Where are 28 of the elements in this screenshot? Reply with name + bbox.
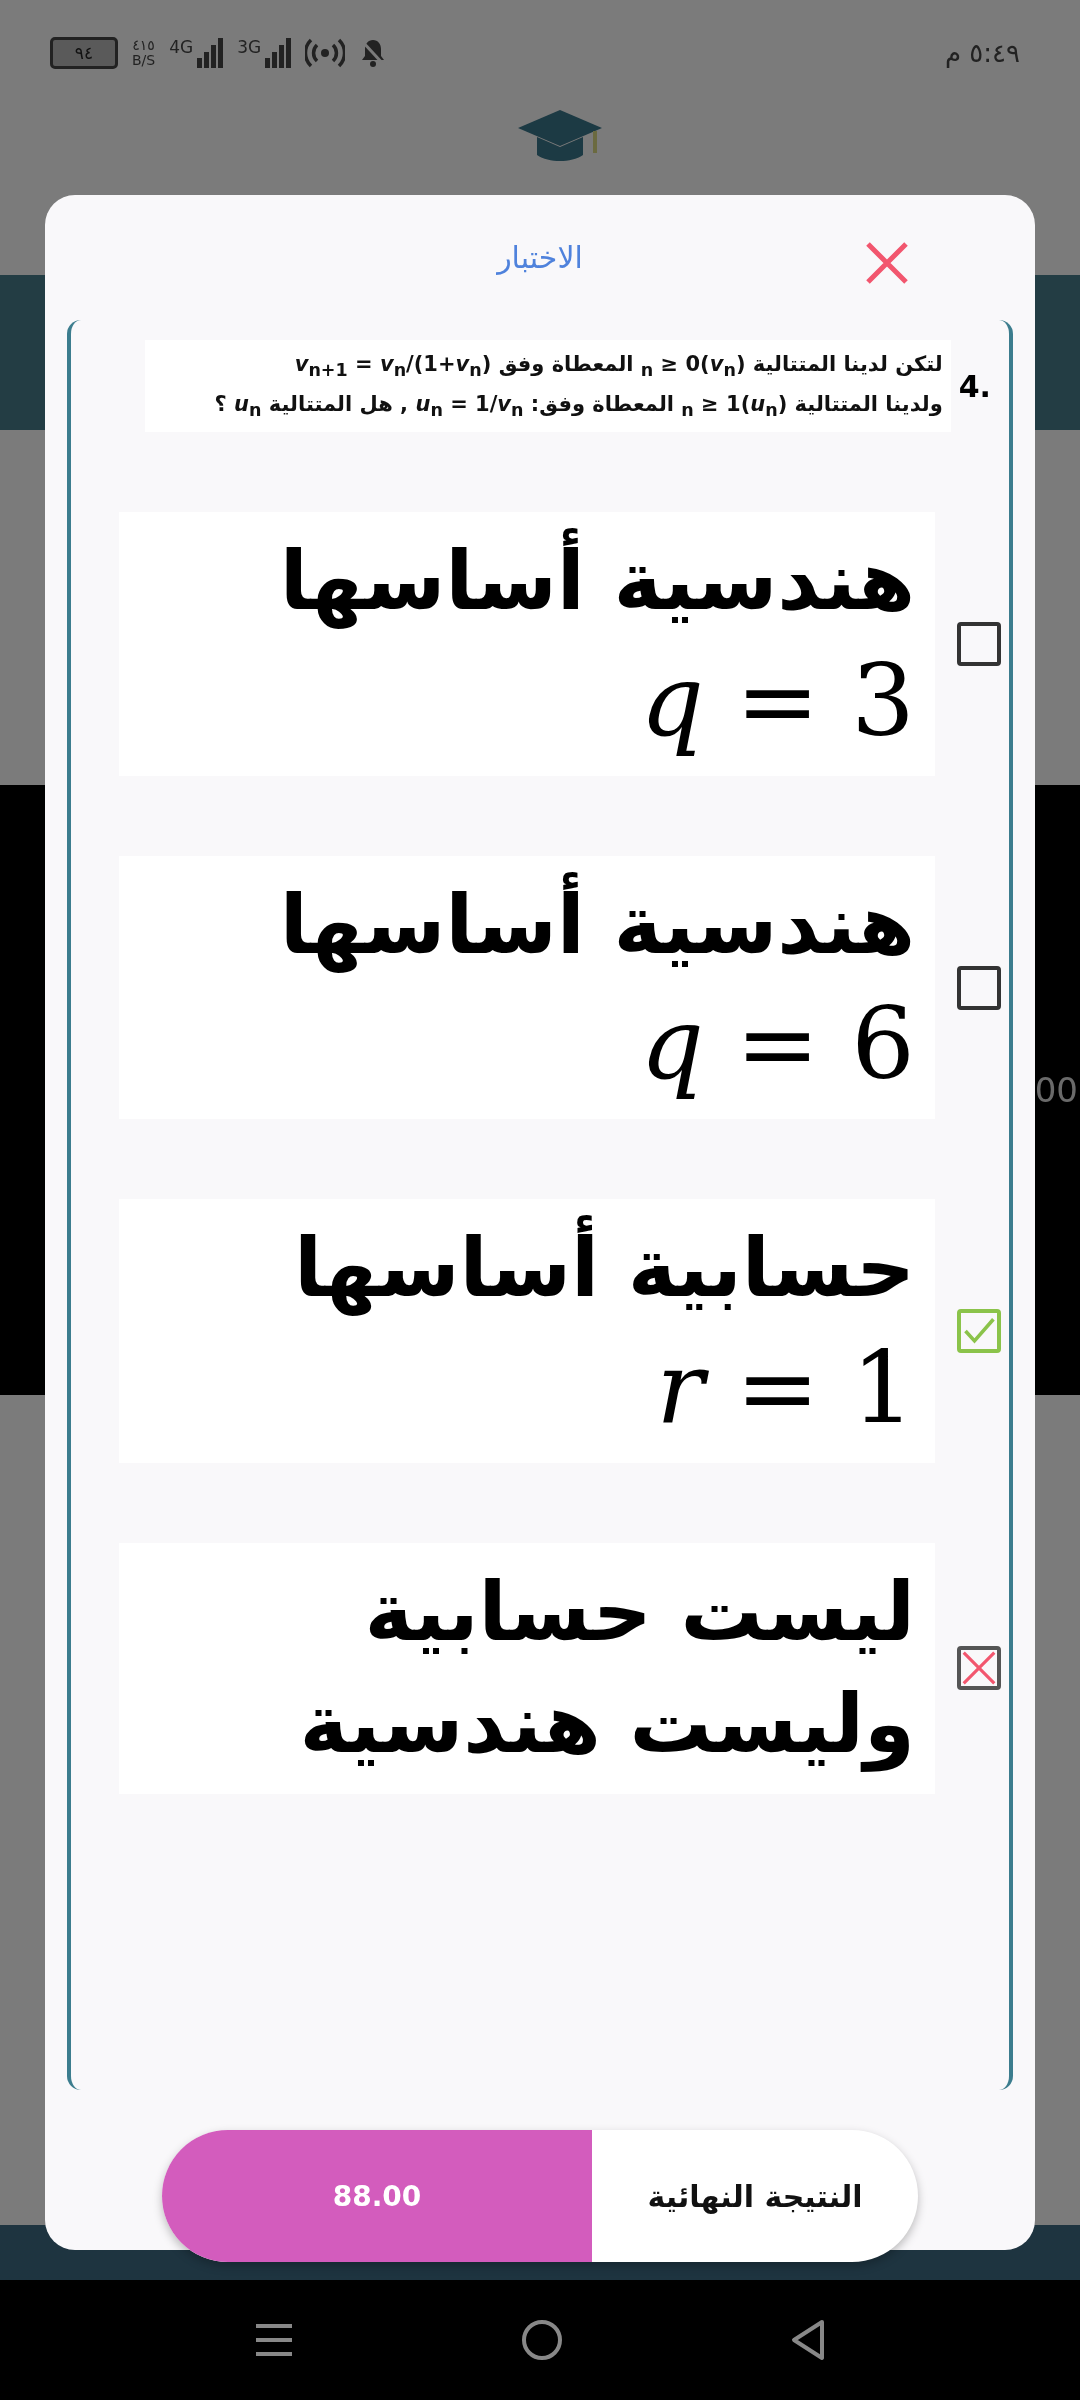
- signal-icon: [197, 37, 224, 68]
- network-type: 4G: [169, 36, 194, 57]
- answer-formula: q = 3: [640, 642, 915, 758]
- answer-checkbox[interactable]: [957, 1309, 1001, 1354]
- signal-icon: [265, 37, 292, 68]
- clock: ٥:٤٩ م: [944, 37, 1020, 68]
- result-label: النتيجة النهائية: [646, 2177, 864, 2216]
- battery-icon: ٩٤: [50, 36, 118, 69]
- answer-checkbox[interactable]: [957, 1646, 1001, 1691]
- answer-text: هندسية أساسها: [279, 530, 915, 633]
- question-number: 4.: [958, 368, 991, 404]
- answer-text: حسابية أساسها: [294, 1217, 915, 1320]
- answer-checkbox[interactable]: [957, 965, 1001, 1010]
- dialog-title: الاختبار: [497, 240, 583, 275]
- answer-option[interactable]: ليست حسابية وليست هندسية: [119, 1542, 935, 1794]
- background-text: 00: [1034, 1070, 1078, 1110]
- answer-text: ليست حسابية: [364, 1562, 915, 1661]
- score-value: 88.00: [162, 2130, 592, 2262]
- close-icon[interactable]: [864, 240, 910, 286]
- back-icon[interactable]: [790, 2318, 827, 2362]
- answer-text: وليست هندسية: [299, 1675, 915, 1774]
- network-type: 3G: [237, 36, 262, 57]
- hotspot-icon: [305, 37, 346, 68]
- answer-checkbox[interactable]: [957, 622, 1001, 667]
- answer-formula: q = 6: [640, 986, 915, 1102]
- answer-formula: r = 1: [656, 1329, 915, 1445]
- answer-text: هندسية أساسها: [279, 873, 915, 977]
- home-icon[interactable]: [521, 2319, 563, 2361]
